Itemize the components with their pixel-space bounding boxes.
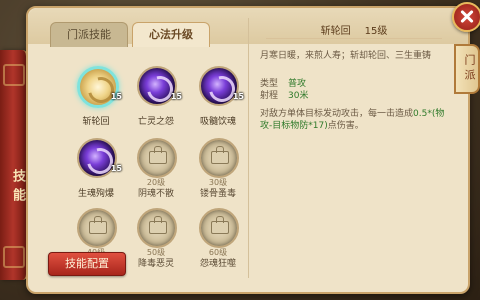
side-tab-skills[interactable]: 技能 [4,160,26,216]
skill-slot[interactable]: 15 吸髓饮魂 [190,66,246,127]
skill-grid: 15斩轮回15亡灵之怨15吸髓饮魂15生魂殉爆20级阴魂不散30级镂骨蚤毒40级… [48,46,244,278]
skill-slot[interactable]: 15 亡灵之怨 [128,66,184,127]
locked-skill-icon [199,138,239,178]
skill-detail-title: 斩轮回 15级 [256,22,452,37]
lock-icon [149,146,167,164]
ribbon-ornament-icon [3,64,25,86]
skill-slot[interactable]: 60级 怨魂狂噬 [190,208,246,269]
skill-range-value: 30米 [288,91,309,101]
skill-detail-name: 斩轮回 [320,26,351,37]
effect-suffix: 点伤害。 [327,121,364,131]
locked-skill-icon [137,208,177,248]
skill-name: 斩轮回 [82,117,110,127]
skill-name: 阴魂不散 [137,189,174,199]
lock-icon [211,216,229,234]
skill-level: 15 [110,164,122,173]
skill-icon [77,66,119,108]
locked-skill-icon [77,208,117,248]
skill-level: 15 [170,92,182,101]
skill-level: 15 [232,92,244,101]
title-divider [266,38,442,39]
skill-detail-level: 15级 [364,26,388,37]
locked-skill-icon [199,208,239,248]
close-icon[interactable] [452,2,480,32]
skill-range-row: 射程 30米 [260,90,308,102]
blade-icon [83,72,116,105]
tab-mind-upgrade[interactable]: 心法升级 [132,22,210,47]
effect-prefix: 对敌方单体目标发动攻击，每一击造成 [260,109,414,119]
panel-divider [248,18,249,278]
skill-range-key: 射程 [260,91,279,101]
skill-name: 镂骨蚤毒 [199,189,236,199]
skills-panel: 门派技能 心法升级 15 斩轮回 15 亡灵之怨 15 吸髓饮魂 15 生魂殉爆 20级 阴魂不散… [26,6,470,294]
skill-name: 降毒恶灵 [137,259,174,269]
skill-slot[interactable]: 15 斩轮回 [68,66,124,127]
side-ribbon: 技能 [0,50,28,280]
skill-type-key: 类型 [260,79,279,89]
skill-slot[interactable]: 50级 降毒恶灵 [128,208,184,269]
skill-name: 吸髓饮魂 [199,117,236,127]
skill-detail-pane: 斩轮回 15级 月寒日暖，来煎人寿；斩却轮回、三生重铸 类型 普攻 射程 30米 对敌… [256,16,452,284]
skill-level: 15 [110,92,122,101]
skill-slot[interactable]: 30级 镂骨蚤毒 [190,138,246,199]
skill-config-button[interactable]: 技能配置 [48,252,126,276]
skill-slot[interactable]: 15 生魂殉爆 [68,138,124,199]
skill-slot[interactable]: 20级 阴魂不散 [128,138,184,199]
skill-effect-text: 对敌方单体目标发动攻击，每一击造成0.5*(物攻-目标物防*17)点伤害。 [260,108,450,132]
lock-icon [89,216,107,234]
tab-sect-skills[interactable]: 门派技能 [50,22,128,47]
skill-name: 亡灵之怨 [137,117,174,127]
skill-type-row: 类型 普攻 [260,78,306,90]
skill-name: 生魂殉爆 [77,189,114,199]
skill-type-value: 普攻 [288,79,307,89]
right-tab-sect[interactable]: 门派 [454,44,480,94]
locked-skill-icon [137,138,177,178]
lock-icon [149,216,167,234]
ribbon-ornament-icon [3,246,25,268]
skill-name: 怨魂狂噬 [199,259,236,269]
skill-flavor-text: 月寒日暖，来煎人寿；斩却轮回、三生重铸 [260,51,432,61]
lock-icon [211,146,229,164]
